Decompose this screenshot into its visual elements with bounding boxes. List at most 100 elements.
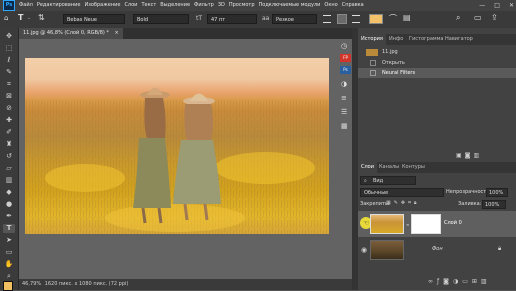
tab-info[interactable]: Инфо — [386, 34, 406, 45]
status-bar: 46,79% 1620 пикс. x 1080 пикс. (72 ppi) — [19, 279, 352, 290]
swatches-icon[interactable]: ▦ — [341, 122, 348, 130]
document-tab[interactable]: 11.jpg @ 46,8% (Слой 0, RGB/8) * × — [19, 28, 123, 39]
zoom-tool-icon[interactable]: ⌕ — [3, 272, 15, 281]
maximize-button[interactable]: □ — [494, 0, 500, 11]
eyedropper-tool-icon[interactable]: ⊘ — [3, 104, 15, 113]
share-icon[interactable]: ⇪ — [491, 13, 498, 22]
adjustments-icon[interactable]: ◑ — [341, 80, 347, 88]
warp-text-icon[interactable]: ⌒ — [389, 13, 397, 24]
eraser-tool-icon[interactable]: ▱ — [3, 164, 15, 173]
new-layer-icon[interactable]: ⊞ — [472, 278, 481, 285]
minimize-button[interactable]: — — [479, 0, 485, 11]
chevron-down-icon[interactable]: ⌄ — [27, 15, 31, 21]
text-color-swatch[interactable] — [369, 14, 383, 24]
dodge-tool-icon[interactable]: ● — [3, 200, 15, 209]
blend-mode-select[interactable]: Обычные — [360, 188, 444, 197]
search-icon[interactable]: ⌕ — [456, 13, 460, 23]
stamp-tool-icon[interactable]: ♜ — [3, 140, 15, 149]
plugin-ps-badge[interactable]: Ps — [340, 66, 351, 74]
frame-tool-icon[interactable]: ⊠ — [3, 92, 15, 101]
menu-layers[interactable]: Слои — [124, 0, 137, 11]
lasso-tool-icon[interactable]: ℓ — [3, 56, 15, 65]
layers-tabs: Слои Каналы Контуры — [358, 162, 516, 173]
close-window-button[interactable]: ✕ — [509, 0, 514, 11]
document-image[interactable] — [25, 58, 329, 234]
tools-panel: ✥ ⬚ ℓ ✎ ⌗ ⊠ ⊘ ✚ ✐ ♜ ↺ ▱ ▥ ◆ ● ✒ T ➤ ▭ ✋ … — [0, 28, 19, 291]
crop-tool-icon[interactable]: ⌗ — [3, 80, 15, 89]
path-select-tool-icon[interactable]: ➤ — [3, 236, 15, 245]
layer-name[interactable]: Слой 0 — [444, 220, 462, 226]
menu-select[interactable]: Выделение — [160, 0, 190, 11]
history-brush-tool-icon[interactable]: ↺ — [3, 152, 15, 161]
history-item-selected[interactable]: Neural Filters — [358, 68, 516, 78]
type-tool-icon[interactable]: T — [18, 13, 23, 22]
menu-file[interactable]: Файл — [19, 0, 33, 11]
layer-filter-select[interactable]: ⌕ Вид — [360, 176, 416, 185]
type-tool-button[interactable]: T — [3, 224, 15, 233]
gradient-tool-icon[interactable]: ▥ — [3, 176, 15, 185]
visibility-eye-icon[interactable]: ◉ — [361, 246, 367, 254]
font-family-select[interactable]: Bebas Neue — [63, 14, 125, 24]
quick-select-tool-icon[interactable]: ✎ — [3, 68, 15, 77]
font-style-select[interactable]: Bold — [133, 14, 189, 24]
new-document-icon[interactable]: ▣ — [456, 152, 465, 159]
orientation-icon[interactable]: ⇅ — [38, 13, 45, 22]
move-tool-icon[interactable]: ✥ — [3, 32, 15, 41]
group-icon[interactable]: ▭ — [462, 278, 472, 285]
align-center-icon[interactable] — [337, 14, 347, 24]
link-layers-icon[interactable]: ∞ — [428, 278, 437, 285]
menu-3d[interactable]: 3D — [218, 0, 225, 11]
menu-view[interactable]: Просмотр — [229, 0, 255, 11]
tab-navigator[interactable]: Навигатор — [442, 34, 476, 45]
antialias-select[interactable]: Резкое — [272, 14, 317, 24]
pen-tool-icon[interactable]: ✒ — [3, 212, 15, 221]
tab-layers[interactable]: Слои — [358, 162, 377, 173]
close-tab-icon[interactable]: × — [115, 30, 119, 36]
adjustment-layer-icon[interactable]: ◑ — [453, 278, 462, 285]
layer-row[interactable]: ◉ Фон 🔒︎ — [358, 237, 516, 263]
layer-name[interactable]: Фон — [432, 246, 443, 252]
camera-icon[interactable]: ◙ — [465, 152, 474, 159]
home-icon[interactable]: ⌂ — [4, 14, 8, 22]
align-left-icon[interactable] — [323, 15, 331, 23]
brush-tool-icon[interactable]: ✐ — [3, 128, 15, 137]
tab-histogram[interactable]: Гистограмма — [406, 34, 447, 45]
hand-tool-icon[interactable]: ✋ — [3, 260, 15, 269]
history-snapshot[interactable]: 11.jpg — [358, 47, 516, 57]
zoom-level[interactable]: 46,79% — [22, 281, 41, 287]
tab-paths[interactable]: Контуры — [399, 162, 428, 173]
font-size-select[interactable]: 47 пт — [207, 14, 257, 24]
trash-icon[interactable]: ▥ — [474, 152, 483, 159]
menu-window[interactable]: Окно — [324, 0, 337, 11]
libraries-icon[interactable]: ☰ — [341, 108, 347, 116]
menu-edit[interactable]: Редактирование — [37, 0, 81, 11]
lock-icons[interactable]: ▦✎✥⌗🔒︎ — [386, 200, 420, 206]
right-panel: История Инфо Гистограмма Навигатор 11.jp… — [358, 28, 516, 290]
opacity-field[interactable]: 100% — [486, 188, 508, 197]
layer-row-selected[interactable]: ☜ ∞ Слой 0 — [358, 211, 516, 237]
history-panel-icon[interactable]: ◷ — [341, 42, 347, 50]
history-state-icon — [370, 60, 376, 66]
properties-icon[interactable]: ≡ — [341, 94, 347, 102]
menu-help[interactable]: Справка — [342, 0, 364, 11]
tab-history[interactable]: История — [358, 34, 386, 45]
rectangle-tool-icon[interactable]: ▭ — [3, 248, 15, 257]
add-mask-icon[interactable]: ◙ — [443, 278, 453, 285]
plugin-fp-badge[interactable]: FP — [340, 54, 351, 62]
mask-link-icon[interactable]: ∞ — [406, 222, 409, 227]
marquee-tool-icon[interactable]: ⬚ — [3, 44, 15, 53]
menu-plugins[interactable]: Подключаемые модули — [259, 0, 321, 11]
menu-image[interactable]: Изображение — [84, 0, 120, 11]
align-right-icon[interactable] — [352, 15, 360, 23]
blur-tool-icon[interactable]: ◆ — [3, 188, 15, 197]
menu-filter[interactable]: Фильтр — [194, 0, 214, 11]
character-panel-icon[interactable]: ▤ — [403, 13, 411, 22]
history-item[interactable]: Открыть — [358, 58, 516, 68]
lock-icon: 🔒︎ — [498, 245, 502, 252]
fill-field[interactable]: 100% — [482, 200, 506, 209]
trash-icon[interactable]: ▥ — [481, 278, 491, 285]
workspace-icon[interactable]: ▭ — [474, 13, 482, 22]
layer-mask-thumbnail[interactable] — [411, 214, 441, 234]
healing-tool-icon[interactable]: ✚ — [3, 116, 15, 125]
menu-text[interactable]: Текст — [141, 0, 156, 11]
